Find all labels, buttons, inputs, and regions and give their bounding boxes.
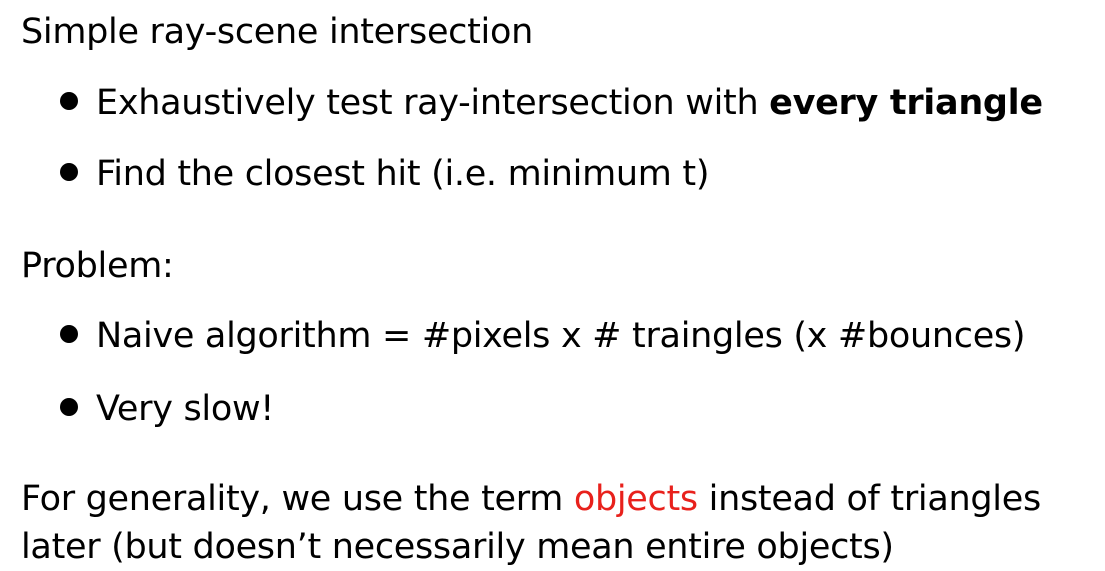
bullet-icon (60, 163, 78, 181)
bullet-very-slow: Very slow! (60, 389, 274, 429)
bullet-closest-hit: Find the closest hit (i.e. minimum t) (60, 154, 709, 194)
bullet-emphasis: every triangle (769, 83, 1043, 123)
heading-simple-intersection: Simple ray-scene intersection (21, 12, 533, 52)
bullet-text: Very slow! (96, 389, 275, 429)
note-generality-line1: For generality, we use the term objects … (21, 479, 1041, 519)
heading-problem: Problem: (21, 246, 174, 286)
bullet-icon (60, 398, 78, 416)
bullet-icon (60, 325, 78, 343)
note-text: instead of triangles (697, 479, 1042, 519)
bullet-text: Naive algorithm = #pixels x # traingles … (96, 316, 1026, 356)
bullet-exhaustive-test: Exhaustively test ray-intersection with … (60, 83, 1043, 123)
bullet-text: Exhaustively test ray-intersection with (96, 83, 770, 123)
note-highlight: objects (573, 479, 698, 519)
bullet-naive-algorithm: Naive algorithm = #pixels x # traingles … (60, 316, 1026, 356)
note-generality-line2: later (but doesn’t necessarily mean enti… (21, 527, 894, 567)
note-text: For generality, we use the term (21, 479, 574, 519)
bullet-text: Find the closest hit (i.e. minimum t) (96, 154, 710, 194)
bullet-icon (60, 92, 78, 110)
